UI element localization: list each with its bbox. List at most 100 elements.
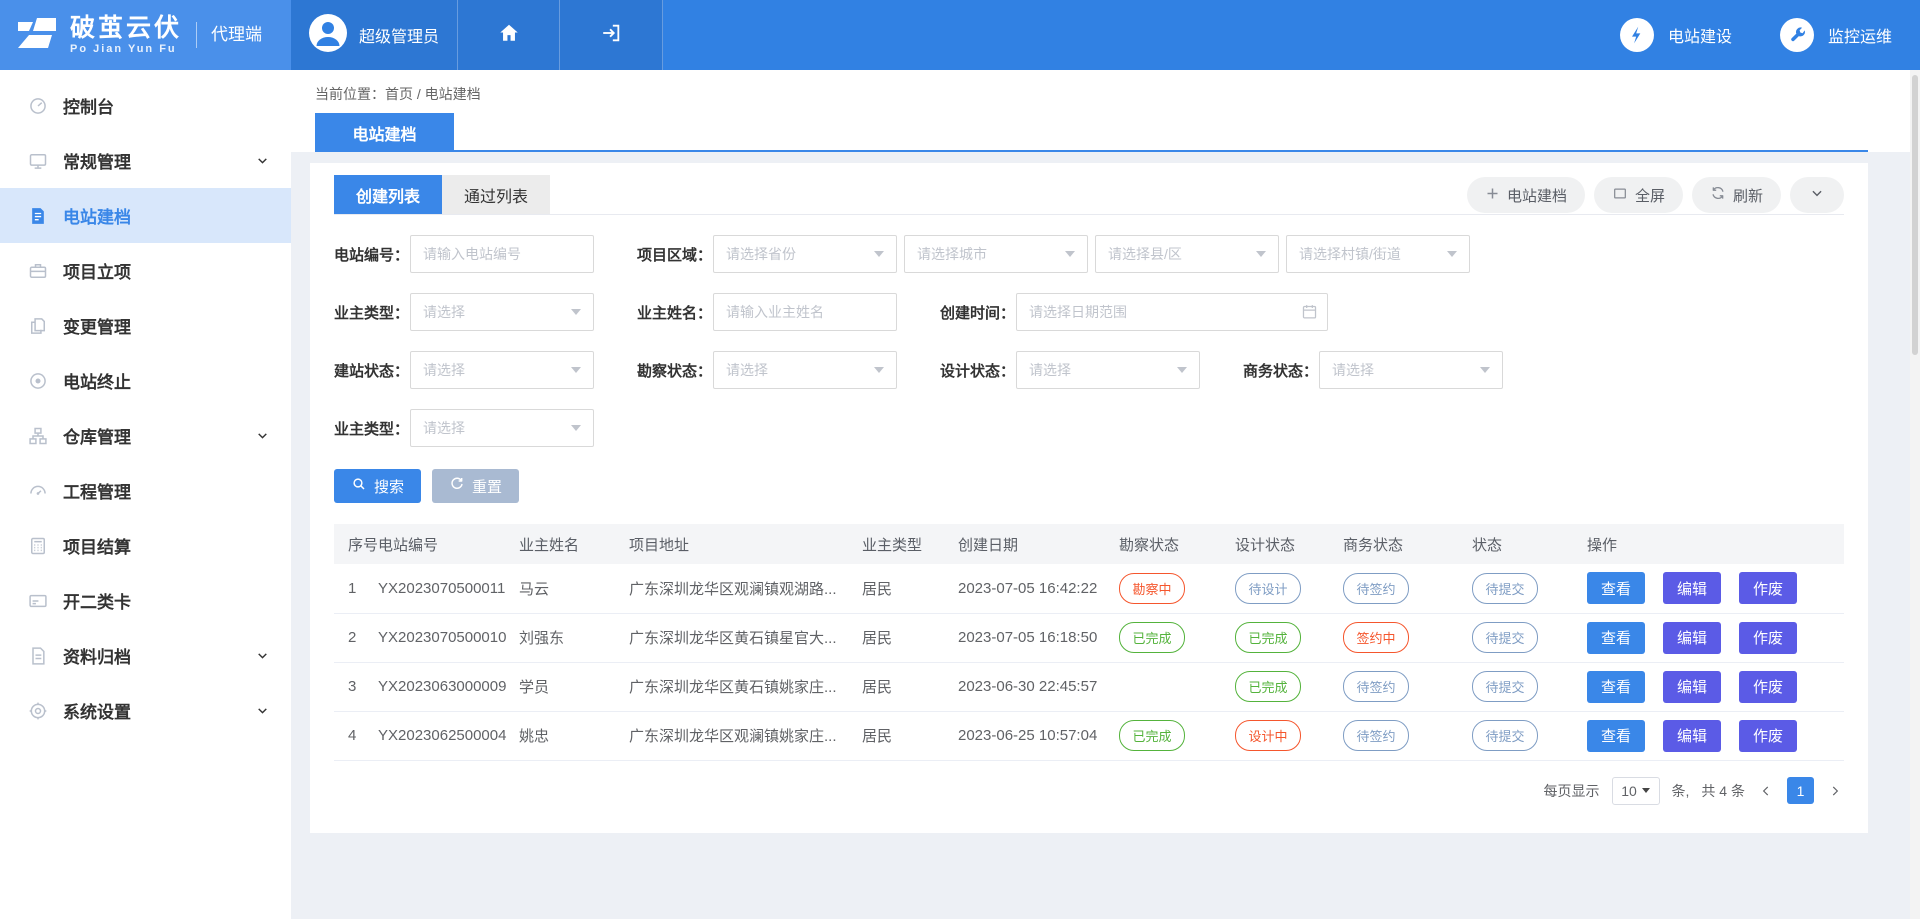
logout-button[interactable] [560, 0, 663, 70]
cell-owner: 马云 [519, 564, 629, 613]
lightning-icon [1620, 18, 1654, 52]
card-icon [28, 591, 48, 611]
sidebar-item-console[interactable]: 控制台 [0, 78, 291, 133]
per-page-select[interactable]: 10 [1612, 777, 1660, 805]
tab-underline [315, 150, 1868, 152]
chevron-down-icon [256, 704, 269, 722]
caret-down-icon [874, 367, 884, 373]
collapse-panel-button[interactable] [1790, 177, 1844, 213]
edit-button[interactable]: 编辑 [1663, 622, 1721, 654]
date-range-input[interactable] [1016, 293, 1328, 331]
nav-monitor-ops[interactable]: 监控运维 [1780, 0, 1892, 70]
edit-button[interactable]: 编辑 [1663, 720, 1721, 752]
refresh-button[interactable]: 刷新 [1692, 177, 1781, 213]
caret-down-icon [1256, 251, 1266, 257]
county-select[interactable]: 请选择县/区 [1095, 235, 1279, 273]
void-button[interactable]: 作废 [1739, 622, 1797, 654]
prev-page-button[interactable] [1757, 784, 1775, 798]
sidebar-item-change-mgmt[interactable]: 变更管理 [0, 298, 291, 353]
sidebar-item-label: 资料归档 [63, 643, 131, 668]
owner-type-label: 业主类型： [334, 302, 410, 323]
sidebar-item-project-initiation[interactable]: 项目立项 [0, 243, 291, 298]
city-select[interactable]: 请选择城市 [904, 235, 1088, 273]
owner-type-select[interactable]: 请选择 [410, 293, 594, 331]
portal-label: 代理端 [196, 22, 262, 48]
edit-button[interactable]: 编辑 [1663, 572, 1721, 604]
sidebar-item-general-mgmt[interactable]: 常规管理 [0, 133, 291, 188]
survey-status-badge: 勘察中 [1119, 573, 1185, 604]
sidebar-item-open-class2-card[interactable]: 开二类卡 [0, 573, 291, 628]
business-status-badge: 待签约 [1343, 573, 1409, 604]
document-icon [28, 206, 48, 226]
col-code: 电站编号 [378, 524, 519, 564]
sidebar-item-system-settings[interactable]: 系统设置 [0, 683, 291, 738]
owner-name-input[interactable] [713, 293, 897, 331]
design-status-badge: 设计中 [1235, 720, 1301, 751]
brand-logo-icon [16, 16, 58, 55]
edit-button[interactable]: 编辑 [1663, 671, 1721, 703]
home-button[interactable] [458, 0, 560, 70]
sidebar-item-data-archive[interactable]: 资料归档 [0, 628, 291, 683]
sidebar-item-warehouse-mgmt[interactable]: 仓库管理 [0, 408, 291, 463]
void-button[interactable]: 作废 [1739, 720, 1797, 752]
nav-station-build-label: 电站建设 [1668, 23, 1732, 47]
build-status-select[interactable]: 请选择 [410, 351, 594, 389]
scrollbar-thumb[interactable] [1912, 75, 1918, 355]
nav-station-build[interactable]: 电站建设 [1620, 0, 1732, 70]
create-station-button[interactable]: 电站建档 [1467, 177, 1585, 213]
reset-button[interactable]: 重置 [432, 469, 519, 503]
void-button[interactable]: 作废 [1739, 572, 1797, 604]
tab-passed-list[interactable]: 通过列表 [442, 175, 550, 214]
survey-status-select[interactable]: 请选择 [713, 351, 897, 389]
filter-row-3: 建站状态： 请选择 勘察状态： 请选择 设计状态： 请选择 [334, 351, 1844, 389]
survey-status-label: 勘察状态： [637, 360, 713, 381]
cell-address: 广东深圳龙华区观澜镇观湖路... [629, 564, 862, 613]
view-button[interactable]: 查看 [1587, 720, 1645, 752]
view-button[interactable]: 查看 [1587, 572, 1645, 604]
sidebar-item-project-settlement[interactable]: 项目结算 [0, 518, 291, 573]
calculator-icon [28, 536, 48, 556]
cell-seq: 4 [334, 711, 378, 760]
fullscreen-icon [1612, 186, 1628, 205]
design-status-badge: 待设计 [1235, 573, 1301, 604]
sidebar-item-station-archive[interactable]: 电站建档 [0, 188, 291, 243]
cell-type: 居民 [862, 613, 958, 662]
next-page-button[interactable] [1826, 784, 1844, 798]
sidebar-item-engineering-mgmt[interactable]: 工程管理 [0, 463, 291, 518]
record-icon [28, 371, 48, 391]
col-date: 创建日期 [958, 524, 1119, 564]
logo: 破茧云伏 Po Jian Yun Fu 代理端 [0, 0, 291, 70]
page-number[interactable]: 1 [1787, 777, 1814, 804]
region-label: 项目区域： [637, 244, 713, 265]
user-menu[interactable]: 超级管理员 [291, 0, 458, 70]
page-tab-station-archive[interactable]: 电站建档 [315, 113, 454, 152]
breadcrumb: 当前位置：首页 / 电站建档 [291, 70, 1920, 104]
sidebar-item-station-termination[interactable]: 电站终止 [0, 353, 291, 408]
caret-down-icon [874, 251, 884, 257]
fullscreen-button[interactable]: 全屏 [1594, 177, 1683, 213]
total-label: 共 4 条 [1701, 781, 1745, 801]
logo-text: 破茧云伏 Po Jian Yun Fu [70, 15, 182, 55]
status-badge: 待提交 [1472, 720, 1538, 751]
void-button[interactable]: 作废 [1739, 671, 1797, 703]
tab-create-list[interactable]: 创建列表 [334, 175, 442, 214]
logo-subtitle: Po Jian Yun Fu [70, 43, 182, 55]
sidebar-item-label: 仓库管理 [63, 423, 131, 448]
view-button[interactable]: 查看 [1587, 671, 1645, 703]
build-status-label: 建站状态： [334, 360, 410, 381]
view-button[interactable]: 查看 [1587, 622, 1645, 654]
station-table: 序号 电站编号 业主姓名 项目地址 业主类型 创建日期 勘察状态 设计状态 商务… [334, 524, 1844, 761]
create-time-label: 创建时间： [940, 302, 1016, 323]
owner-type2-select[interactable]: 请选择 [410, 409, 594, 447]
design-status-select[interactable]: 请选择 [1016, 351, 1200, 389]
business-status-select[interactable]: 请选择 [1319, 351, 1503, 389]
search-button[interactable]: 搜索 [334, 469, 421, 503]
sidebar-item-label: 电站建档 [63, 203, 131, 228]
design-status-badge: 已完成 [1235, 622, 1301, 653]
cell-date: 2023-07-05 16:18:50 [958, 613, 1119, 662]
province-select[interactable]: 请选择省份 [713, 235, 897, 273]
town-select[interactable]: 请选择村镇/街道 [1286, 235, 1470, 273]
station-no-input[interactable] [410, 235, 594, 273]
cell-seq: 3 [334, 662, 378, 711]
design-status-badge: 已完成 [1235, 671, 1301, 702]
